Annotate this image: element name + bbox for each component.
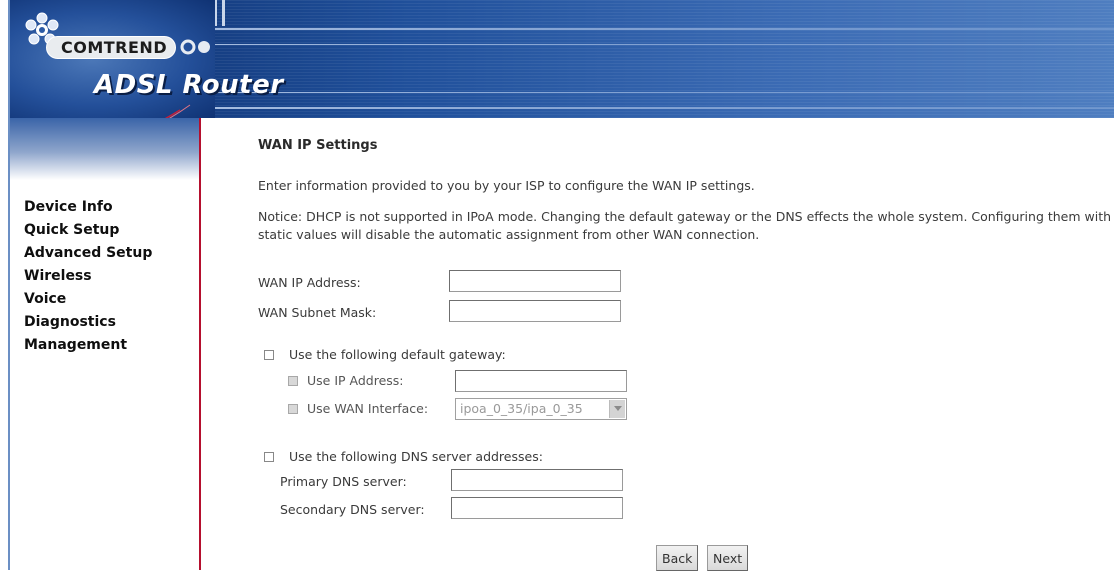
wan-interface-select[interactable]: ipoa_0_35/ipa_0_35 <box>455 398 627 420</box>
wan-interface-selected-value: ipoa_0_35/ipa_0_35 <box>460 401 583 416</box>
product-title: ADSL Router <box>94 70 284 100</box>
primary-dns-input[interactable] <box>451 469 623 491</box>
use-ip-address-label: Use IP Address: <box>307 373 404 388</box>
sidebar-item-voice[interactable]: Voice <box>24 288 152 311</box>
dns-servers-checkbox[interactable] <box>264 452 274 462</box>
page-title: WAN IP Settings <box>258 138 378 153</box>
logo-rings-icon <box>180 39 210 55</box>
banner-stripe <box>210 92 1114 93</box>
swoosh-graphic <box>164 104 191 118</box>
sidebar-item-advanced-setup[interactable]: Advanced Setup <box>24 242 152 265</box>
dns-servers-label: Use the following DNS server addresses: <box>289 449 543 464</box>
sidebar-header-fade <box>10 118 201 180</box>
intro-text: Enter information provided to you by you… <box>258 178 755 193</box>
sidebar-item-management[interactable]: Management <box>24 334 152 357</box>
sidebar-item-diagnostics[interactable]: Diagnostics <box>24 311 152 334</box>
sidebar-item-device-info[interactable]: Device Info <box>24 196 152 219</box>
secondary-dns-label: Secondary DNS server: <box>280 502 425 517</box>
banner-bar <box>222 0 225 26</box>
brand-logo: COMTREND <box>46 36 177 59</box>
header-banner: COMTREND ADSL Router <box>8 0 1114 118</box>
primary-dns-label: Primary DNS server: <box>280 474 407 489</box>
notice-text: Notice: DHCP is not supported in IPoA mo… <box>258 209 1112 242</box>
gateway-ip-input[interactable] <box>455 370 627 392</box>
sidebar-nav: Device Info Quick Setup Advanced Setup W… <box>24 196 152 357</box>
back-button[interactable]: Back <box>656 545 699 571</box>
sidebar-item-wireless[interactable]: Wireless <box>24 265 152 288</box>
next-button[interactable]: Next <box>707 545 749 571</box>
use-wan-interface-label: Use WAN Interface: <box>307 401 429 416</box>
default-gateway-label: Use the following default gateway: <box>289 347 506 362</box>
use-wan-interface-checkbox[interactable] <box>288 404 298 414</box>
sidebar-divider <box>199 118 201 570</box>
secondary-dns-input[interactable] <box>451 497 623 519</box>
logo-area: COMTREND <box>10 0 215 118</box>
use-ip-address-checkbox[interactable] <box>288 376 298 386</box>
sidebar-item-quick-setup[interactable]: Quick Setup <box>24 219 152 242</box>
banner-stripe <box>210 44 1114 45</box>
banner-stripe <box>210 28 1114 30</box>
subnet-mask-label: WAN Subnet Mask: <box>258 305 377 320</box>
banner-stripe <box>210 107 1114 109</box>
chevron-down-icon[interactable] <box>609 400 625 418</box>
wan-ip-input[interactable] <box>449 270 621 292</box>
default-gateway-checkbox[interactable] <box>264 350 274 360</box>
wan-ip-label: WAN IP Address: <box>258 275 361 290</box>
subnet-mask-input[interactable] <box>449 300 621 322</box>
